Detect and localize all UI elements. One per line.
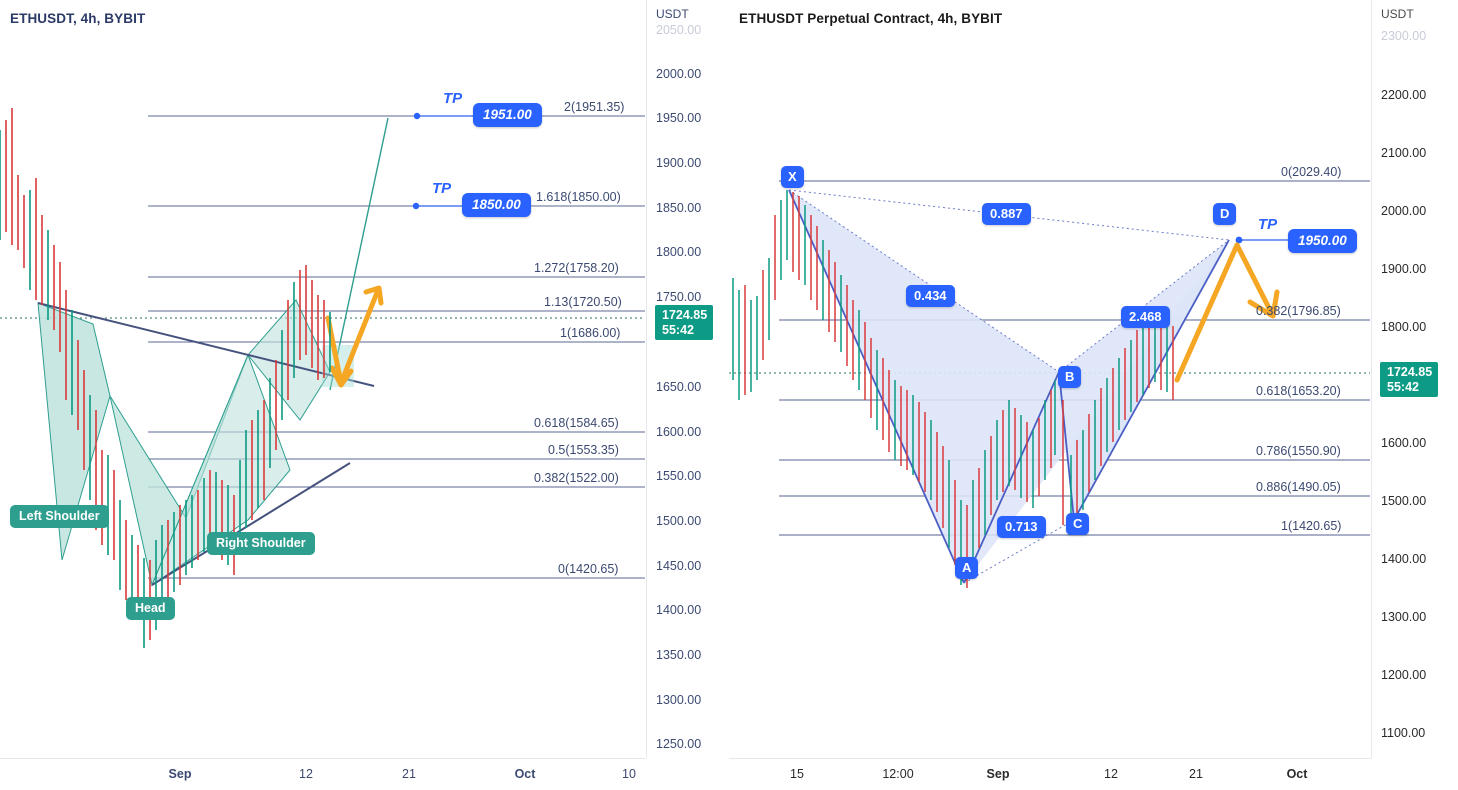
pattern-point-c[interactable]: C — [1066, 513, 1090, 535]
left-price-tick: 1500.00 — [656, 514, 702, 528]
left-chart-drawing-layer — [0, 108, 645, 648]
left-tp-text-1: TP — [443, 90, 463, 107]
left-price-tick: 1800.00 — [656, 245, 702, 259]
left-price-tick: 1350.00 — [656, 648, 702, 662]
right-price-tick: 2100.00 — [1381, 146, 1427, 160]
left-fib-label-1618: 1.618(1850.00) — [536, 190, 621, 204]
right-price-tick: 1200.00 — [1381, 668, 1427, 682]
left-forecast-arrow — [325, 285, 384, 388]
right-tp-text: TP — [1258, 216, 1278, 233]
right-time-tick: Sep — [986, 767, 1010, 781]
left-price-tick: 1250.00 — [656, 737, 702, 751]
left-price-tick: 1950.00 — [656, 111, 702, 125]
ratio-label-ac[interactable]: 0.713 — [997, 516, 1046, 538]
left-price-tick: 1900.00 — [656, 156, 702, 170]
right-countdown-value: 55:42 — [1387, 379, 1419, 394]
right-fib-label-0382: 0.382(1796.85) — [1256, 304, 1341, 318]
right-fib-label-0: 0(2029.40) — [1281, 165, 1342, 179]
right-chart-title: ETHUSDT Perpetual Contract, 4h, BYBIT — [739, 11, 1003, 26]
right-price-tick: 1100.00 — [1381, 726, 1426, 740]
left-countdown-value: 55:42 — [662, 322, 694, 337]
left-fib-label-0: 0(1420.65) — [558, 562, 619, 576]
label-head[interactable]: Head — [126, 597, 175, 620]
left-fib-label-1: 1(1686.00) — [560, 326, 621, 340]
left-time-tick: 12 — [299, 767, 313, 781]
ratio-label-xa[interactable]: 0.434 — [906, 285, 955, 307]
right-price-tick: 1500.00 — [1381, 494, 1427, 508]
pattern-point-d[interactable]: D — [1213, 203, 1237, 225]
label-left-shoulder[interactable]: Left Shoulder — [10, 505, 109, 528]
left-price-tick: 1550.00 — [656, 469, 702, 483]
left-price-tick: 1450.00 — [656, 559, 702, 573]
left-tp-box-2[interactable]: 1850.00 — [462, 193, 531, 217]
left-fib-label-2: 2(1951.35) — [564, 100, 625, 114]
left-fib-label-0618: 0.618(1584.65) — [534, 416, 619, 430]
right-time-tick: Oct — [1286, 767, 1308, 781]
left-time-tick: 10 — [622, 767, 636, 781]
right-chart-drawing-layer — [729, 180, 1370, 588]
right-axis-unit: USDT — [1381, 7, 1414, 21]
left-price-tick: 1850.00 — [656, 201, 702, 215]
right-price-tick: 2000.00 — [1381, 204, 1427, 218]
right-price-tick: 1600.00 — [1381, 436, 1427, 450]
left-price-tick: 1600.00 — [656, 425, 702, 439]
ratio-label-xb[interactable]: 0.887 — [982, 203, 1031, 225]
right-fib-label-0786: 0.786(1550.90) — [1256, 444, 1341, 458]
right-price-tick: 2200.00 — [1381, 88, 1427, 102]
left-current-price-value: 1724.85 — [662, 308, 708, 322]
left-fib-label-05: 0.5(1553.35) — [548, 443, 619, 457]
right-price-tick: 1900.00 — [1381, 262, 1427, 276]
pattern-point-x[interactable]: X — [781, 166, 804, 188]
left-chart-plot-area[interactable]: 2(1951.35) 1.618(1850.00) 1.272(1758.20)… — [0, 0, 645, 758]
right-price-tick: 2300.00 — [1381, 29, 1427, 43]
right-price-axis[interactable]: USDT 2300.00 2200.00 2100.00 2000.00 190… — [1371, 0, 1458, 758]
right-current-price-value: 1724.85 — [1387, 365, 1433, 379]
right-chart-plot-area[interactable]: 0(2029.40) 0.382(1796.85) 0.618(1653.20)… — [729, 0, 1370, 758]
left-chart-title: ETHUSDT, 4h, BYBIT — [10, 11, 146, 26]
right-chart-panel: ETHUSDT Perpetual Contract, 4h, BYBIT 0(… — [729, 0, 1458, 790]
pattern-point-b[interactable]: B — [1058, 366, 1082, 388]
left-fib-label-1272: 1.272(1758.20) — [534, 261, 619, 275]
right-price-tick: 1800.00 — [1381, 320, 1427, 334]
left-fib-label-113: 1.13(1720.50) — [544, 295, 622, 309]
left-price-tick: 1400.00 — [656, 603, 702, 617]
ratio-label-bd[interactable]: 2.468 — [1121, 306, 1170, 328]
right-time-tick: 21 — [1189, 767, 1203, 781]
left-price-tick: 2000.00 — [656, 67, 702, 81]
left-tp-text-2: TP — [432, 180, 452, 197]
right-price-tick: 1300.00 — [1381, 610, 1427, 624]
right-time-tick: 15 — [790, 767, 804, 781]
right-time-tick: 12 — [1104, 767, 1118, 781]
right-time-tick: 12:00 — [882, 767, 914, 781]
left-fib-label-0382: 0.382(1522.00) — [534, 471, 619, 485]
left-time-tick: 21 — [402, 767, 416, 781]
right-price-tick: 1400.00 — [1381, 552, 1427, 566]
left-price-tick: 1300.00 — [656, 693, 702, 707]
left-current-price-badge[interactable]: 1724.85 55:42 — [655, 305, 714, 340]
left-time-axis[interactable]: Sep 12 21 Oct 10 — [0, 758, 646, 790]
right-time-axis[interactable]: 15 12:00 Sep 12 21 Oct — [729, 758, 1371, 790]
right-tp-connector — [1235, 236, 1294, 244]
left-price-tick: 2050.00 — [656, 23, 702, 37]
left-time-tick: Oct — [514, 767, 536, 781]
label-right-shoulder[interactable]: Right Shoulder — [207, 532, 315, 555]
right-fib-label-0618: 0.618(1653.20) — [1256, 384, 1341, 398]
left-tp-box-1[interactable]: 1951.00 — [473, 103, 542, 127]
pattern-point-a[interactable]: A — [955, 557, 979, 579]
right-current-price-badge[interactable]: 1724.85 55:42 — [1380, 362, 1439, 397]
right-tp-box[interactable]: 1950.00 — [1288, 229, 1357, 253]
screenshot-root: ETHUSDT, 4h, BYBIT 2(1951.35) 1.618(1850… — [0, 0, 1458, 790]
right-fib-label-0886: 0.886(1490.05) — [1256, 480, 1341, 494]
right-fib-label-1: 1(1420.65) — [1281, 519, 1342, 533]
left-price-tick: 1650.00 — [656, 380, 702, 394]
left-price-tick: 1750.00 — [656, 290, 702, 304]
left-price-axis[interactable]: USDT 2050.00 2000.00 1950.00 1900.00 185… — [646, 0, 729, 758]
left-time-tick: Sep — [168, 767, 192, 781]
left-chart-panel: ETHUSDT, 4h, BYBIT 2(1951.35) 1.618(1850… — [0, 0, 729, 790]
left-axis-unit: USDT — [656, 7, 689, 21]
